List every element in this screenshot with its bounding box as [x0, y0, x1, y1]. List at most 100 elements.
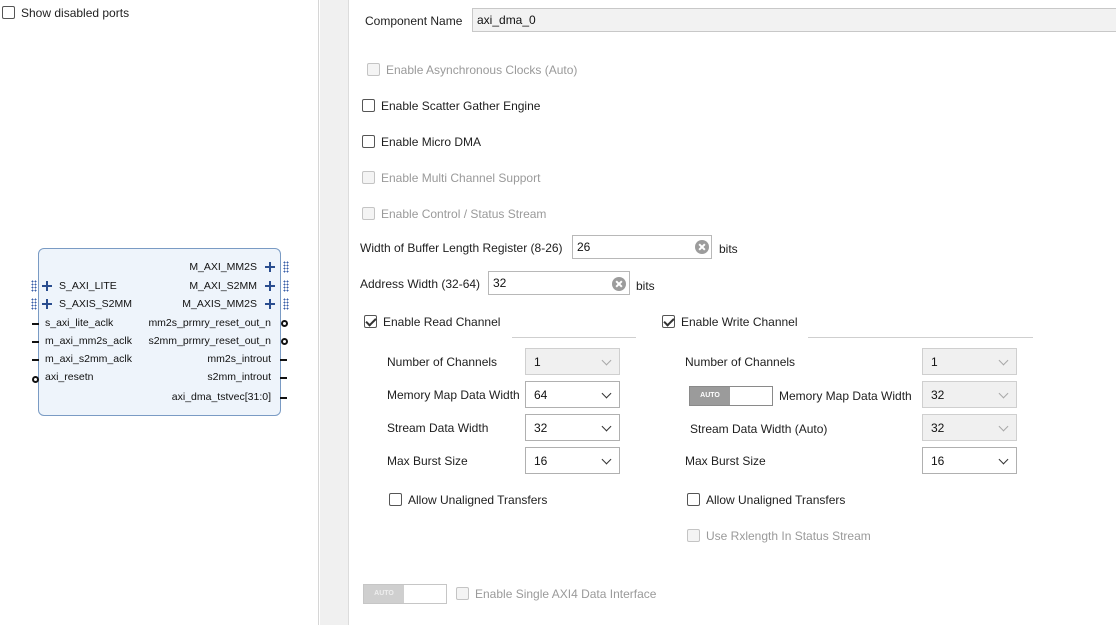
- buffer-length-unit: bits: [719, 242, 738, 256]
- bus-connector-icon: [31, 280, 37, 292]
- clear-icon[interactable]: [695, 240, 709, 254]
- component-name-label: Component Name: [365, 14, 463, 28]
- pin: [280, 359, 287, 361]
- pin: [280, 397, 287, 399]
- auto-toggle-knob: AUTO: [690, 387, 730, 405]
- scatter-gather-label: Enable Scatter Gather Engine: [381, 99, 541, 113]
- read-num-channels-select: 1: [525, 348, 620, 375]
- write-channel-checkbox[interactable]: [662, 315, 675, 328]
- axi-dma-block[interactable]: S_AXI_LITE S_AXIS_S2MM s_axi_lite_aclk m…: [31, 248, 289, 416]
- write-channel-label: Enable Write Channel: [681, 315, 798, 329]
- port-m-axi-s2mm[interactable]: M_AXI_S2MM: [189, 280, 257, 292]
- single-axi4-auto-toggle: AUTO: [363, 584, 447, 604]
- single-axi4-label: Enable Single AXI4 Data Interface: [475, 587, 657, 601]
- micro-dma-checkbox[interactable]: [362, 135, 375, 148]
- port-axi-resetn[interactable]: axi_resetn: [45, 371, 93, 383]
- chevron-down-icon: [601, 388, 612, 399]
- port-axi-dma-tstvec[interactable]: axi_dma_tstvec[31:0]: [172, 391, 271, 403]
- bus-connector-icon: [283, 280, 289, 292]
- pin: [32, 359, 39, 361]
- chevron-down-icon: [998, 355, 1009, 366]
- read-num-channels-value: 1: [534, 355, 541, 369]
- multi-channel-checkbox: [362, 171, 375, 184]
- address-width-unit: bits: [636, 279, 655, 293]
- port-m-axi-s2mm-aclk[interactable]: m_axi_s2mm_aclk: [45, 353, 132, 365]
- read-mm-width-select[interactable]: 64: [525, 381, 620, 408]
- write-max-burst-select[interactable]: 16: [922, 447, 1017, 474]
- micro-dma-label: Enable Micro DMA: [381, 135, 482, 149]
- chevron-down-icon: [998, 421, 1009, 432]
- component-name-input[interactable]: axi_dma_0: [472, 8, 1116, 32]
- write-mm-width-select: 32: [922, 381, 1017, 408]
- group-separator: [512, 337, 636, 338]
- pin: [32, 341, 39, 343]
- read-max-burst-value: 16: [534, 454, 548, 468]
- write-mm-width-label: Memory Map Data Width: [779, 389, 912, 403]
- chevron-down-icon: [998, 454, 1009, 465]
- port-s2mm-prmry-reset-out-n[interactable]: s2mm_prmry_reset_out_n: [148, 335, 271, 347]
- group-separator: [808, 337, 1033, 338]
- chevron-down-icon: [601, 421, 612, 432]
- expand-plus-icon[interactable]: [265, 262, 275, 272]
- port-s-axi-lite-aclk[interactable]: s_axi_lite_aclk: [45, 317, 113, 329]
- write-mm-width-auto-toggle[interactable]: AUTO: [689, 386, 773, 406]
- port-mm2s-introut[interactable]: mm2s_introut: [207, 353, 271, 365]
- read-stream-width-value: 32: [534, 421, 548, 435]
- read-max-burst-select[interactable]: 16: [525, 447, 620, 474]
- pin: [280, 377, 287, 379]
- bus-connector-icon: [283, 298, 289, 310]
- bus-connector-icon: [31, 298, 37, 310]
- port-m-axis-mm2s[interactable]: M_AXIS_MM2S: [182, 298, 257, 310]
- expand-plus-icon[interactable]: [42, 299, 52, 309]
- write-max-burst-label: Max Burst Size: [685, 454, 766, 468]
- show-disabled-ports-label: Show disabled ports: [21, 6, 130, 20]
- multi-channel-label: Enable Multi Channel Support: [381, 171, 541, 185]
- scatter-gather-checkbox[interactable]: [362, 99, 375, 112]
- expand-plus-icon[interactable]: [265, 281, 275, 291]
- async-clocks-label: Enable Asynchronous Clocks (Auto): [386, 63, 578, 77]
- control-status-label: Enable Control / Status Stream: [381, 207, 547, 221]
- address-width-input[interactable]: 32: [488, 271, 630, 295]
- port-s-axis-s2mm[interactable]: S_AXIS_S2MM: [59, 298, 132, 310]
- port-m-axi-mm2s-aclk[interactable]: m_axi_mm2s_aclk: [45, 335, 132, 347]
- expand-plus-icon[interactable]: [42, 281, 52, 291]
- rxlength-label: Use Rxlength In Status Stream: [706, 529, 871, 543]
- port-m-axi-mm2s[interactable]: M_AXI_MM2S: [189, 261, 257, 273]
- write-num-channels-select: 1: [922, 348, 1017, 375]
- read-mm-width-value: 64: [534, 388, 548, 402]
- port-s-axi-lite[interactable]: S_AXI_LITE: [59, 280, 117, 292]
- splitter-gutter[interactable]: [320, 0, 349, 625]
- clear-icon[interactable]: [612, 277, 626, 291]
- write-num-channels-value: 1: [931, 355, 938, 369]
- rxlength-checkbox: [687, 529, 700, 542]
- pin: [32, 323, 39, 325]
- write-stream-width-value: 32: [931, 421, 945, 435]
- write-mm-width-value: 32: [931, 388, 945, 402]
- show-disabled-ports-checkbox[interactable]: [2, 6, 15, 19]
- auto-toggle-knob: AUTO: [364, 585, 404, 603]
- write-max-burst-value: 16: [931, 454, 945, 468]
- block-diagram-panel: Show disabled ports S_AXI_LITE S_AXIS_S2…: [0, 0, 319, 625]
- write-unaligned-checkbox[interactable]: [687, 493, 700, 506]
- read-unaligned-label: Allow Unaligned Transfers: [408, 493, 548, 507]
- expand-plus-icon[interactable]: [265, 299, 275, 309]
- control-status-checkbox: [362, 207, 375, 220]
- single-axi4-checkbox: [456, 587, 469, 600]
- configuration-panel: Component Name axi_dma_0 Enable Asynchro…: [350, 0, 1116, 625]
- bus-connector-icon: [283, 261, 289, 273]
- write-stream-width-label: Stream Data Width (Auto): [690, 422, 828, 436]
- write-unaligned-label: Allow Unaligned Transfers: [706, 493, 846, 507]
- read-channel-label: Enable Read Channel: [383, 315, 501, 329]
- read-channel-checkbox[interactable]: [364, 315, 377, 328]
- buffer-length-input[interactable]: 26: [572, 235, 712, 259]
- port-mm2s-prmry-reset-out-n[interactable]: mm2s_prmry_reset_out_n: [148, 317, 271, 329]
- read-unaligned-checkbox[interactable]: [389, 493, 402, 506]
- read-num-channels-label: Number of Channels: [387, 355, 498, 369]
- active-low-bubble-icon: [32, 376, 39, 383]
- buffer-length-label: Width of Buffer Length Register (8-26): [360, 241, 563, 255]
- read-mm-width-label: Memory Map Data Width: [387, 388, 520, 402]
- address-width-label: Address Width (32-64): [360, 277, 481, 291]
- port-s2mm-introut[interactable]: s2mm_introut: [207, 371, 271, 383]
- read-stream-width-select[interactable]: 32: [525, 414, 620, 441]
- chevron-down-icon: [601, 454, 612, 465]
